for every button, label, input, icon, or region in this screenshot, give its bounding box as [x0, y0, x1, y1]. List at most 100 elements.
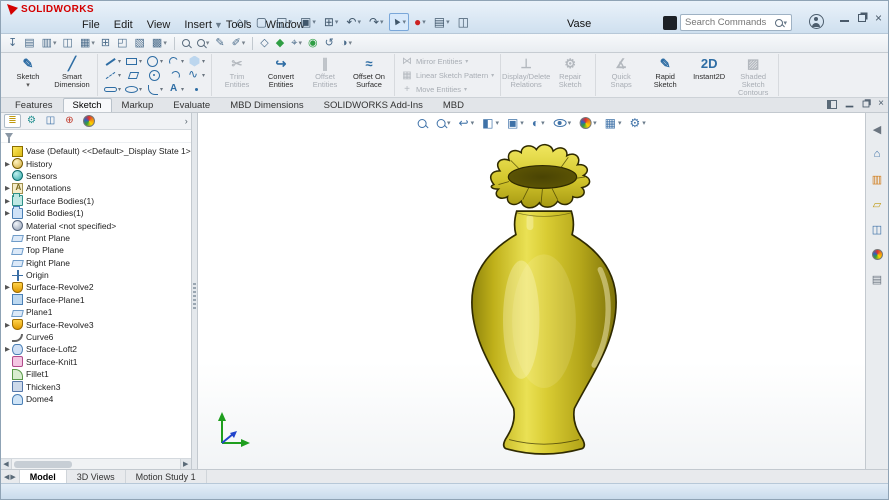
view-settings-icon[interactable]: ⚙ ▾ [627, 115, 647, 131]
feature-tree-item[interactable]: Sensors [3, 170, 191, 182]
zoom-fit-icon[interactable] [180, 35, 193, 51]
feature-tree-item[interactable]: Right Plane [3, 257, 191, 269]
document-restore-button[interactable] [862, 100, 870, 108]
displaymanager-tab[interactable] [80, 114, 97, 128]
propertymanager-tab[interactable]: ⚙ [23, 114, 40, 128]
zoom-fit-icon[interactable] [415, 118, 430, 129]
scroll-right-icon[interactable]: ▶ [179, 459, 191, 469]
grid-icon[interactable]: ▦ ▾ [78, 35, 97, 51]
feature-tree-item[interactable]: Top Plane [3, 244, 191, 256]
import-arrow-icon[interactable]: ↧ [6, 35, 20, 51]
feature-tree-item[interactable]: Plane1 [3, 306, 191, 318]
menu-file[interactable]: File [75, 18, 107, 32]
feature-tree-item[interactable]: Curve6 [3, 331, 191, 343]
tab-mbd-dimensions[interactable]: MBD Dimensions [220, 98, 313, 112]
convert-entities-button[interactable]: ↪ Convert Entities [260, 54, 302, 97]
tab-scroll-arrows[interactable]: ◀ ▶ [1, 470, 20, 483]
custom-properties-icon[interactable]: ▤ [869, 271, 886, 287]
document-minimize-button[interactable] [845, 101, 854, 108]
expand-caret-icon[interactable]: ▶ [3, 184, 12, 192]
mirror-entities-button[interactable]: ⋈ Mirror Entities ▾ [399, 55, 496, 68]
printer-icon[interactable]: ⊞ [99, 35, 113, 51]
feature-tree-item[interactable]: ▶ Surface-Revolve3 [3, 318, 191, 331]
featuremanager-tab[interactable]: ≣ [4, 114, 21, 128]
shaded-icon[interactable]: ◆ [274, 35, 287, 51]
panel-tabs-chevron-icon[interactable]: › [185, 116, 188, 126]
rectangle-tool[interactable]: ▾ [123, 54, 144, 68]
feature-tree-item[interactable]: Surface-Plane1 [3, 294, 191, 306]
hatch-icon[interactable]: ▧ [133, 35, 148, 51]
tree-horizontal-scrollbar[interactable]: ◀ ▶ [1, 458, 191, 469]
expand-caret-icon[interactable]: ▶ [3, 345, 12, 353]
design-library-icon[interactable]: ▥ [869, 171, 886, 187]
parallelogram-tool[interactable] [123, 68, 144, 82]
search-icon[interactable] [775, 18, 784, 27]
feature-tree-root[interactable]: Vase (Default) <<Default>_Display State … [3, 145, 191, 157]
feature-tree-item[interactable]: Front Plane [3, 232, 191, 244]
trim-entities-button[interactable]: ✂ Trim Entities [216, 54, 258, 97]
camera-icon[interactable]: ◑ ▾ [339, 35, 354, 51]
tab-evaluate[interactable]: Evaluate [163, 98, 220, 112]
slot-tool[interactable]: ▾ [102, 82, 123, 96]
tab-model[interactable]: Model [19, 470, 67, 483]
document-close-button[interactable]: × [878, 99, 884, 109]
feature-tree-item[interactable]: ▶ Surface-Loft2 [3, 343, 191, 355]
new-document-icon[interactable]: ▢ [253, 13, 271, 31]
offset-entities-button[interactable]: ∥ Offset Entities [304, 54, 346, 97]
open-icon[interactable]: ◱ ▾ [273, 13, 295, 31]
circle-tool[interactable]: ▾ [144, 54, 165, 68]
separator[interactable] [173, 36, 175, 50]
hide-show-items-icon[interactable]: ▾ [551, 118, 574, 128]
tab-3d-views[interactable]: 3D Views [67, 470, 126, 483]
arc-tool[interactable]: ▾ [165, 54, 186, 68]
separator[interactable] [252, 36, 254, 50]
edit-appearance-icon[interactable]: ▾ [577, 116, 599, 130]
file-explorer-icon[interactable]: ▱ [869, 196, 886, 212]
feature-tree-item[interactable]: ▶ Solid Bodies(1) [3, 205, 191, 219]
maximize-button[interactable] [857, 14, 866, 22]
zoom-area-icon[interactable]: ▾ [195, 35, 212, 51]
redo-icon[interactable]: ↷ ▾ [366, 13, 387, 31]
target-icon[interactable]: ⌖ ▾ [289, 35, 304, 51]
line-tool[interactable]: ▾ [102, 54, 123, 68]
rapid-sketch-button[interactable]: ✎ Rapid Sketch [644, 54, 686, 97]
feature-tree-item[interactable]: ▶ History [3, 157, 191, 170]
pen-icon[interactable]: ✐ ▾ [230, 35, 248, 51]
home-icon[interactable]: ⌂ ▾ [233, 13, 251, 31]
text-tool[interactable]: ▾ [165, 82, 186, 96]
globe-icon[interactable]: ◉ [306, 35, 321, 51]
section-view-icon[interactable]: ◧ ▾ [480, 115, 501, 131]
tab-markup[interactable]: Markup [112, 98, 164, 112]
centerline-tool[interactable]: ▾ [102, 68, 123, 82]
feature-tree-item[interactable]: Fillet1 [3, 368, 191, 380]
menu-insert[interactable]: Insert [177, 18, 219, 32]
perimeter-circle-tool[interactable] [144, 68, 165, 82]
display-delete-relations-button[interactable]: ⊥ Display/Delete Relations [502, 54, 550, 97]
user-account-icon[interactable] [809, 14, 824, 29]
quick-snaps-button[interactable]: ∡ Quick Snaps [600, 54, 642, 97]
feature-tree-item[interactable]: Thicken3 [3, 380, 191, 393]
feature-tree-item[interactable]: ▶ Surface-Revolve2 [3, 281, 191, 293]
feature-tree-item[interactable]: ▶ Surface Bodies(1) [3, 193, 191, 207]
tab-mbd[interactable]: MBD [433, 98, 474, 112]
offset-on-surface-button[interactable]: ≈ Offset On Surface [348, 54, 390, 97]
expand-caret-icon[interactable]: ▶ [3, 197, 12, 205]
undo-icon[interactable]: ↶ ▾ [343, 13, 364, 31]
feature-tree-item[interactable]: Dome4 [3, 393, 191, 405]
three-point-arc-tool[interactable] [165, 68, 186, 82]
feature-tree-item[interactable]: Surface-Knit1 [3, 356, 191, 368]
linear-sketch-pattern-button[interactable]: ▦ Linear Sketch Pattern ▾ [399, 69, 496, 82]
select-icon[interactable]: ▲ ▾ [388, 13, 409, 31]
display-pane-icon[interactable]: ◫ [455, 13, 473, 31]
sheet-columns-icon[interactable]: ▥ ▾ [40, 35, 59, 51]
save-icon[interactable]: ▣ ▾ [297, 13, 319, 31]
display-style-icon[interactable]: ◐ ▾ [530, 115, 547, 131]
view-palette-icon[interactable]: ◫ [869, 221, 886, 237]
dimxpertmanager-tab[interactable]: ⊕ [61, 114, 78, 128]
sketch-fillet-tool[interactable]: ▾ [144, 82, 165, 96]
file-properties-icon[interactable]: ▤ ▾ [431, 13, 453, 31]
collapse-taskpane-icon[interactable]: ◀ [869, 121, 886, 137]
scrollbar-thumb[interactable] [14, 460, 72, 468]
spline-tool[interactable]: ▾ [186, 67, 207, 82]
minimize-button[interactable] [839, 14, 849, 22]
